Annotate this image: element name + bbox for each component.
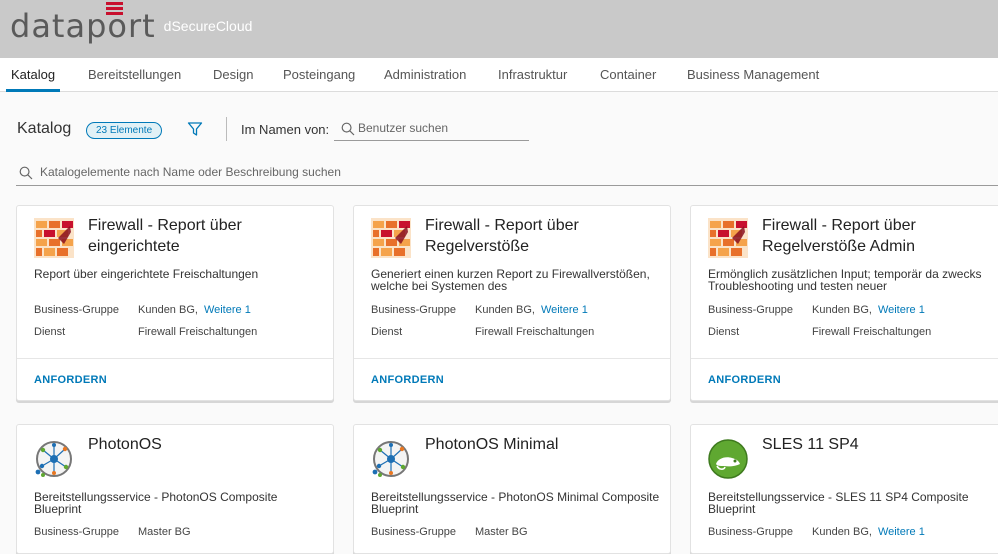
tab-design[interactable]: Design	[213, 58, 253, 92]
card-title[interactable]: SLES 11 SP4	[762, 434, 998, 455]
on-behalf-label: Im Namen von:	[241, 122, 330, 137]
tab-katalog[interactable]: Katalog	[5, 58, 61, 92]
card-title[interactable]: Firewall - Report über Regelverstöße Adm…	[762, 215, 998, 257]
business-group-row: Business-Gruppe Master BG	[371, 526, 528, 538]
card-description: Bereitstellungsservice - SLES 11 SP4 Com…	[708, 491, 969, 516]
filter-icon[interactable]	[187, 121, 203, 137]
card-title[interactable]: PhotonOS Minimal	[425, 434, 665, 455]
catalog-card[interactable]: PhotonOS Minimal Bereitstellungsservice …	[353, 424, 671, 554]
service-row: Dienst Firewall Freischaltungen	[371, 326, 595, 338]
toolbar-divider	[226, 117, 227, 141]
search-icon	[19, 166, 33, 180]
logo-wordmark: datap ort	[10, 2, 156, 46]
photon-icon	[371, 439, 411, 479]
request-button[interactable]: ANFORDERN	[34, 374, 107, 386]
suse-chameleon-icon	[708, 439, 748, 479]
catalog-card[interactable]: Firewall - Report über Regelverstöße Adm…	[690, 205, 998, 401]
app-header: datap ort dSecureCloud	[0, 0, 998, 58]
request-button[interactable]: ANFORDERN	[708, 374, 781, 386]
more-groups-link[interactable]: Weitere 1	[541, 304, 588, 316]
card-description: Bereitstellungsservice - PhotonOS Minima…	[371, 491, 660, 516]
card-title[interactable]: Firewall - Report über Regelverstöße	[425, 215, 665, 257]
business-group-row: Business-Gruppe Kunden BG, Weitere 1	[371, 304, 588, 316]
tab-bereitstellungen[interactable]: Bereitstellungen	[88, 58, 181, 92]
photon-icon	[34, 439, 74, 479]
card-divider	[354, 358, 670, 359]
firewall-icon	[371, 218, 411, 258]
dataport-logo[interactable]: datap ort dSecureCloud	[10, 2, 253, 46]
logo-red-bars	[106, 2, 124, 17]
tab-container[interactable]: Container	[600, 58, 656, 92]
card-title[interactable]: PhotonOS	[88, 434, 328, 455]
catalog-card[interactable]: SLES 11 SP4 Bereitstellungsservice - SLE…	[690, 424, 998, 554]
card-description: Bereitstellungsservice - PhotonOS Compos…	[34, 491, 278, 516]
business-group-row: Business-Gruppe Kunden BG, Weitere 1	[708, 304, 925, 316]
card-description: Report über eingerichtete Freischaltunge…	[34, 268, 259, 281]
catalog-card[interactable]: Firewall - Report über Regelverstöße Gen…	[353, 205, 671, 401]
more-groups-link[interactable]: Weitere 1	[878, 304, 925, 316]
business-group-row: Business-Gruppe Kunden BG, Weitere 1	[708, 526, 925, 538]
item-count-badge: 23 Elemente	[86, 122, 163, 139]
user-search-input[interactable]	[358, 121, 526, 135]
user-search-field	[334, 117, 529, 141]
card-divider	[691, 358, 998, 359]
business-group-row: Business-Gruppe Master BG	[34, 526, 191, 538]
product-name: dSecureCloud	[163, 18, 253, 34]
card-title[interactable]: Firewall - Report über eingerichtete	[88, 215, 328, 257]
catalog-search-field	[16, 162, 998, 186]
card-description: Generiert einen kurzen Report zu Firewal…	[371, 268, 650, 293]
request-button[interactable]: ANFORDERN	[371, 374, 444, 386]
tab-posteingang[interactable]: Posteingang	[283, 58, 355, 92]
catalog-card[interactable]: Firewall - Report über eingerichtete Rep…	[16, 205, 334, 401]
business-group-row: Business-Gruppe Kunden BG, Weitere 1	[34, 304, 251, 316]
page-title: Katalog	[17, 120, 72, 137]
firewall-icon	[34, 218, 74, 258]
service-row: Dienst Firewall Freischaltungen	[34, 326, 258, 338]
more-groups-link[interactable]: Weitere 1	[878, 526, 925, 538]
firewall-icon	[708, 218, 748, 258]
catalog-card[interactable]: PhotonOS Bereitstellungsservice - Photon…	[16, 424, 334, 554]
search-icon	[341, 122, 355, 136]
main-nav: Katalog Bereitstellungen Design Posteing…	[0, 58, 998, 92]
tab-infrastruktur[interactable]: Infrastruktur	[498, 58, 567, 92]
tab-business-management[interactable]: Business Management	[687, 58, 819, 92]
card-divider	[17, 358, 333, 359]
card-description: Ermönglich zusätzlichen Input; temporär …	[708, 268, 982, 293]
more-groups-link[interactable]: Weitere 1	[204, 304, 251, 316]
service-row: Dienst Firewall Freischaltungen	[708, 326, 932, 338]
tab-administration[interactable]: Administration	[384, 58, 466, 92]
catalog-search-input[interactable]	[40, 165, 940, 179]
